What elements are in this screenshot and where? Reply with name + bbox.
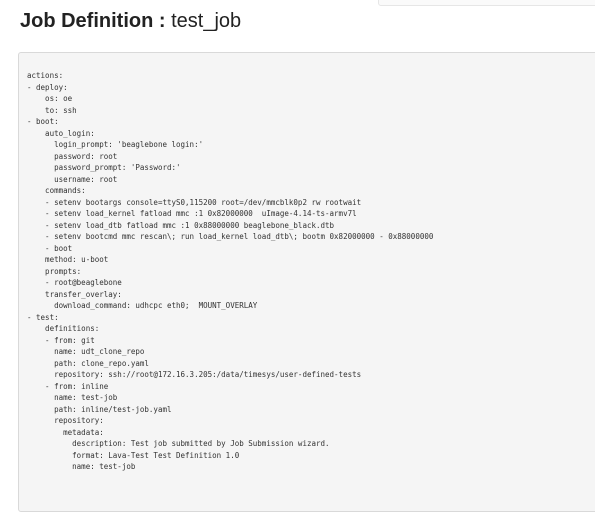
code-line: name: test-job xyxy=(27,462,136,471)
code-line: - from: git xyxy=(27,335,95,345)
code-line: actions: xyxy=(27,71,64,80)
top-search-field[interactable] xyxy=(378,0,595,6)
page-title: Job Definition : test_job xyxy=(20,8,241,34)
code-line: password: root xyxy=(27,151,118,161)
code-line: metadata: xyxy=(27,427,104,437)
code-line: os: oe xyxy=(27,94,73,103)
code-line: path: clone_repo.yaml xyxy=(27,358,149,368)
code-line: name: test-job xyxy=(27,393,118,402)
job-definition-panel: actions: - deploy: os: oe to: ssh - boot: … xyxy=(18,52,595,512)
code-line: - from: inline xyxy=(27,381,109,391)
code-line: - root@beaglebone xyxy=(27,278,122,287)
code-line: download_command: udhcpc eth0; MOUNT_OVE… xyxy=(27,301,258,310)
code-line: commands: xyxy=(27,186,86,195)
code-line: path: inline/test-job.yaml xyxy=(27,404,172,414)
code-line: username: root xyxy=(27,174,118,184)
code-line: - test: xyxy=(27,312,59,322)
code-line: repository: ssh://root@172.16.3.205:/dat… xyxy=(27,370,362,379)
job-definition-code: actions: - deploy: os: oe to: ssh - boot: … xyxy=(19,53,595,473)
code-line: prompts: xyxy=(27,266,82,276)
code-line: method: u-boot xyxy=(27,255,109,264)
code-line: - setenv bootcmd mmc rescan\; run load_k… xyxy=(27,232,434,241)
code-line: description: Test job submitted by Job S… xyxy=(27,439,330,448)
code-line: format: Lava-Test Test Definition 1.0 xyxy=(27,450,240,460)
code-line: transfer_overlay: xyxy=(27,289,122,299)
code-line: repository: xyxy=(27,416,104,425)
code-line: - boot: xyxy=(27,117,59,126)
code-line: - setenv bootargs console=ttyS0,115200 r… xyxy=(27,197,362,207)
code-line: to: ssh xyxy=(27,105,77,115)
code-line: - setenv load_dtb fatload mmc :1 0x88000… xyxy=(27,220,335,230)
code-line: - boot xyxy=(27,243,73,253)
code-line: auto_login: xyxy=(27,128,95,138)
code-line: definitions: xyxy=(27,324,100,333)
code-line: name: udt_clone_repo xyxy=(27,347,145,356)
page-title-label: Job Definition : xyxy=(20,10,172,32)
code-line: - deploy: xyxy=(27,82,68,92)
code-line: password_prompt: 'Password:' xyxy=(27,163,181,172)
code-line: login_prompt: 'beaglebone login:' xyxy=(27,140,204,149)
code-line: - setenv load_kernel fatload mmc :1 0x82… xyxy=(27,209,357,218)
job-name: test_job xyxy=(171,10,242,32)
